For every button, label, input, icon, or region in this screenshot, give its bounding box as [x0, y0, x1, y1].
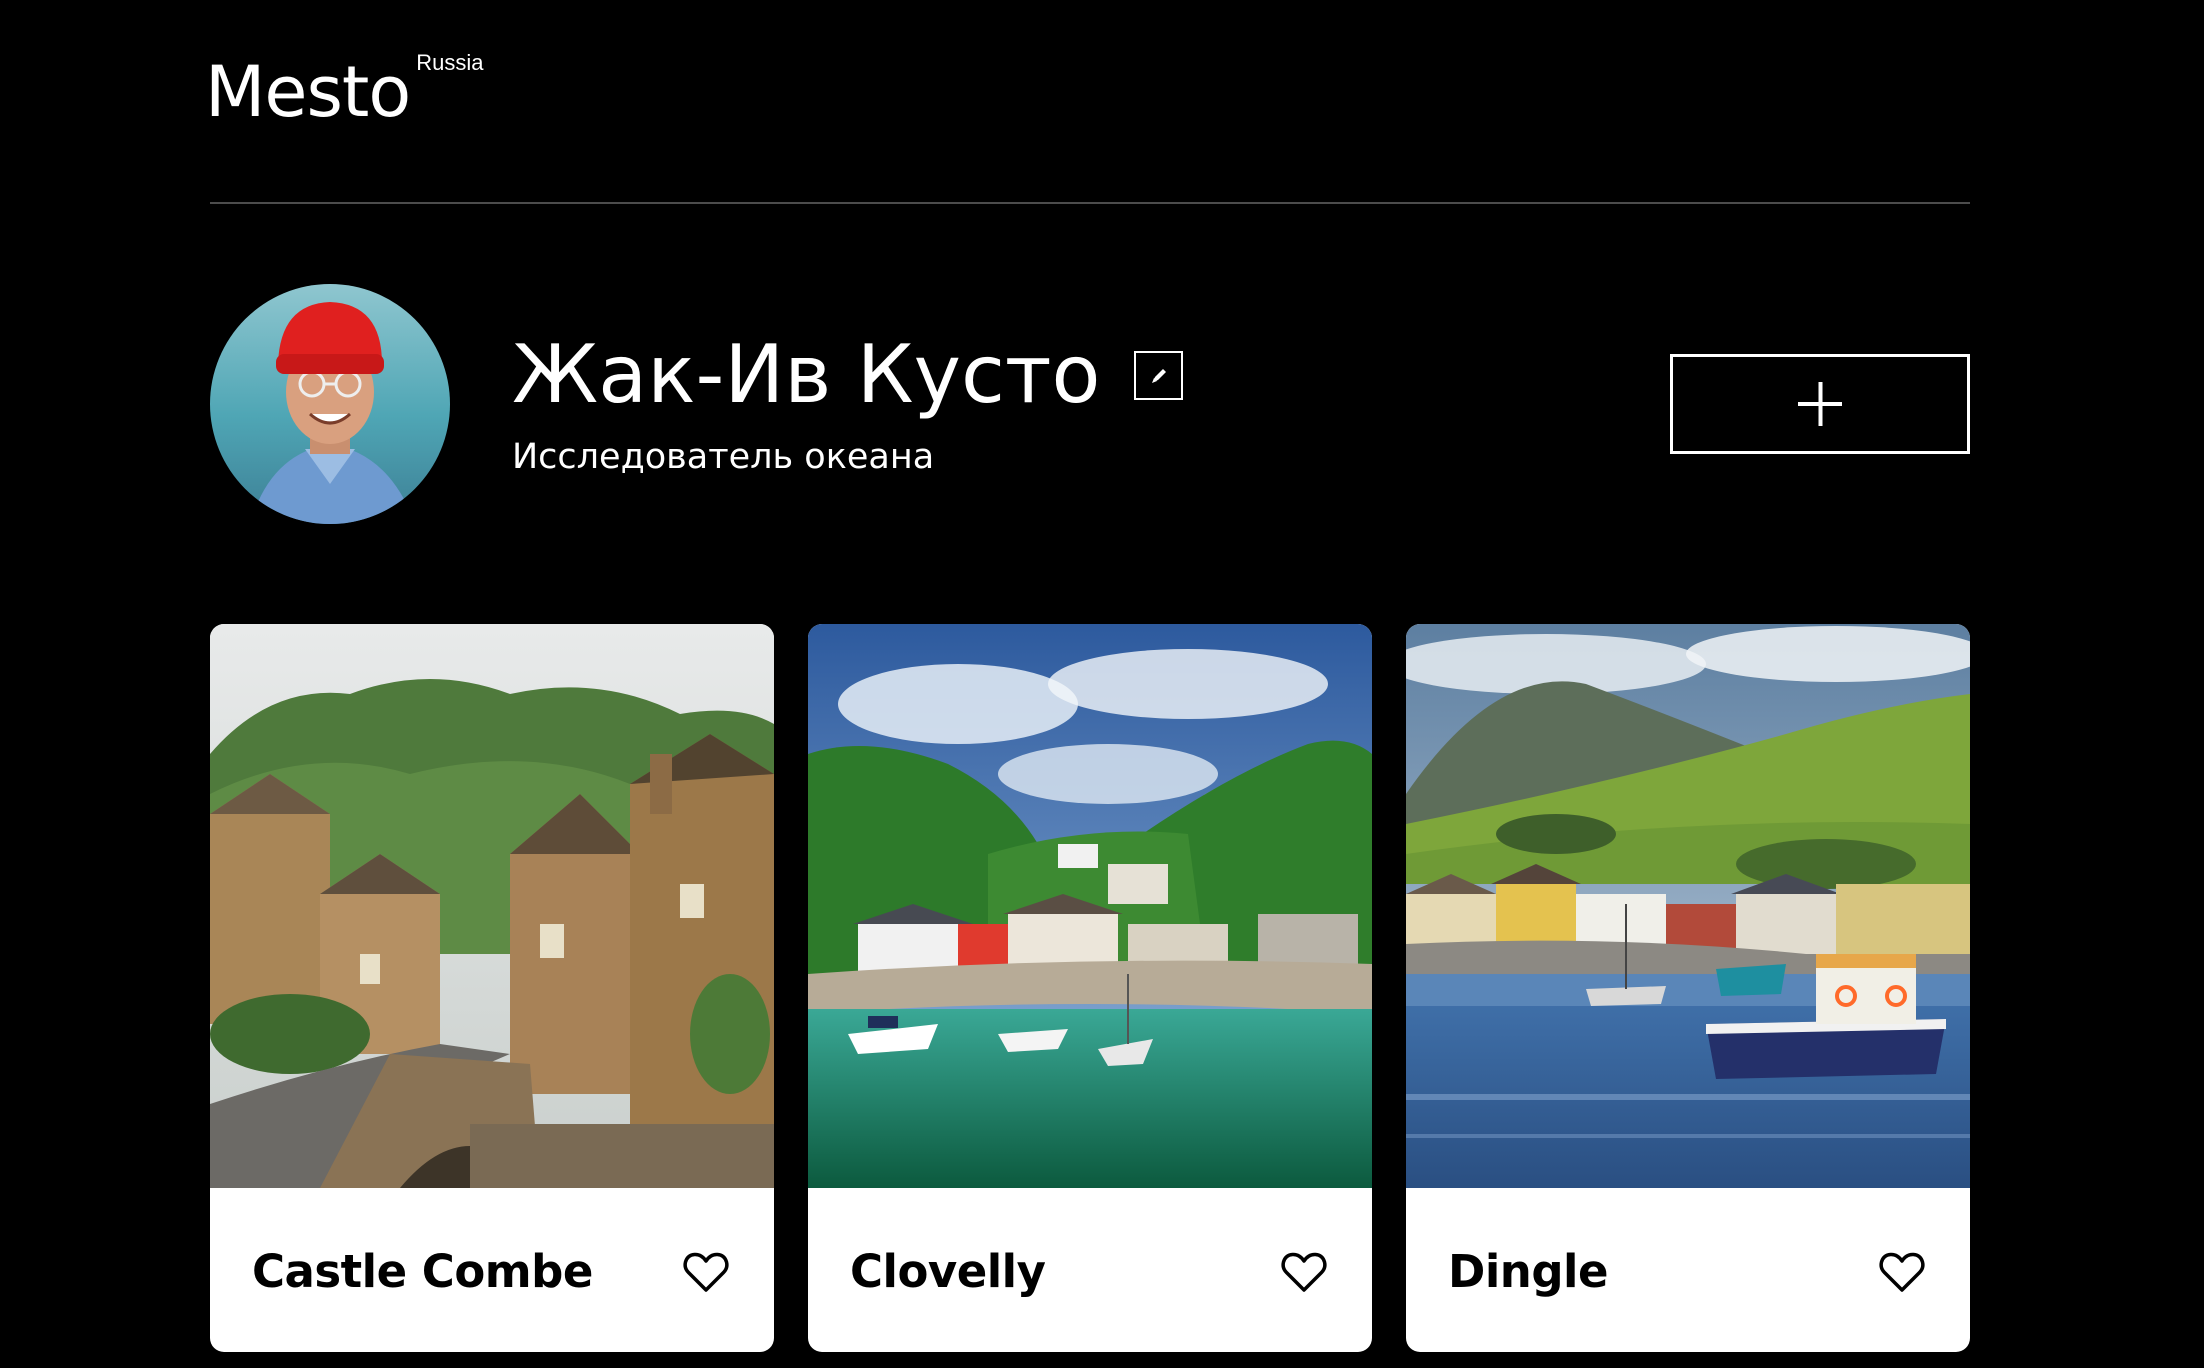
add-card-button[interactable] [1670, 354, 1970, 454]
logo-superscript: Russia [416, 50, 484, 75]
card: Castle Combe [210, 624, 774, 1352]
card-image[interactable] [210, 624, 774, 1188]
edit-profile-button[interactable] [1134, 351, 1183, 400]
card-image[interactable] [808, 624, 1372, 1188]
card-footer: Dingle [1406, 1188, 1970, 1352]
profile-name: Жак-Ив Кусто [512, 328, 1101, 421]
profile-about: Исследователь океана [512, 437, 935, 477]
avatar[interactable] [210, 284, 450, 524]
village-photo [210, 624, 774, 1188]
card-footer: Castle Combe [210, 1188, 774, 1352]
cards-grid: Castle Combe Clovelly Dingle [210, 624, 1970, 1352]
card: Clovelly [808, 624, 1372, 1352]
heart-icon [1281, 1252, 1327, 1292]
page: Mesto Russia Жак-Ив Кусто Исследователь … [0, 0, 2204, 1368]
pencil-icon [1151, 368, 1166, 383]
avatar-photo [210, 284, 450, 524]
logo: Mesto Russia [205, 50, 484, 133]
like-button[interactable] [1280, 1250, 1328, 1294]
card-title: Dingle [1448, 1245, 1608, 1298]
logo-text: Mesto [205, 51, 411, 133]
card-image[interactable] [1406, 624, 1970, 1188]
header-divider [210, 202, 1970, 204]
harbour-photo [808, 624, 1372, 1188]
bay-photo [1406, 624, 1970, 1188]
heart-icon [683, 1252, 729, 1292]
plus-icon [1798, 382, 1842, 426]
card-footer: Clovelly [808, 1188, 1372, 1352]
like-button[interactable] [1878, 1250, 1926, 1294]
card-title: Clovelly [850, 1245, 1046, 1298]
card: Dingle [1406, 624, 1970, 1352]
heart-icon [1879, 1252, 1925, 1292]
like-button[interactable] [682, 1250, 730, 1294]
card-title: Castle Combe [252, 1245, 593, 1298]
